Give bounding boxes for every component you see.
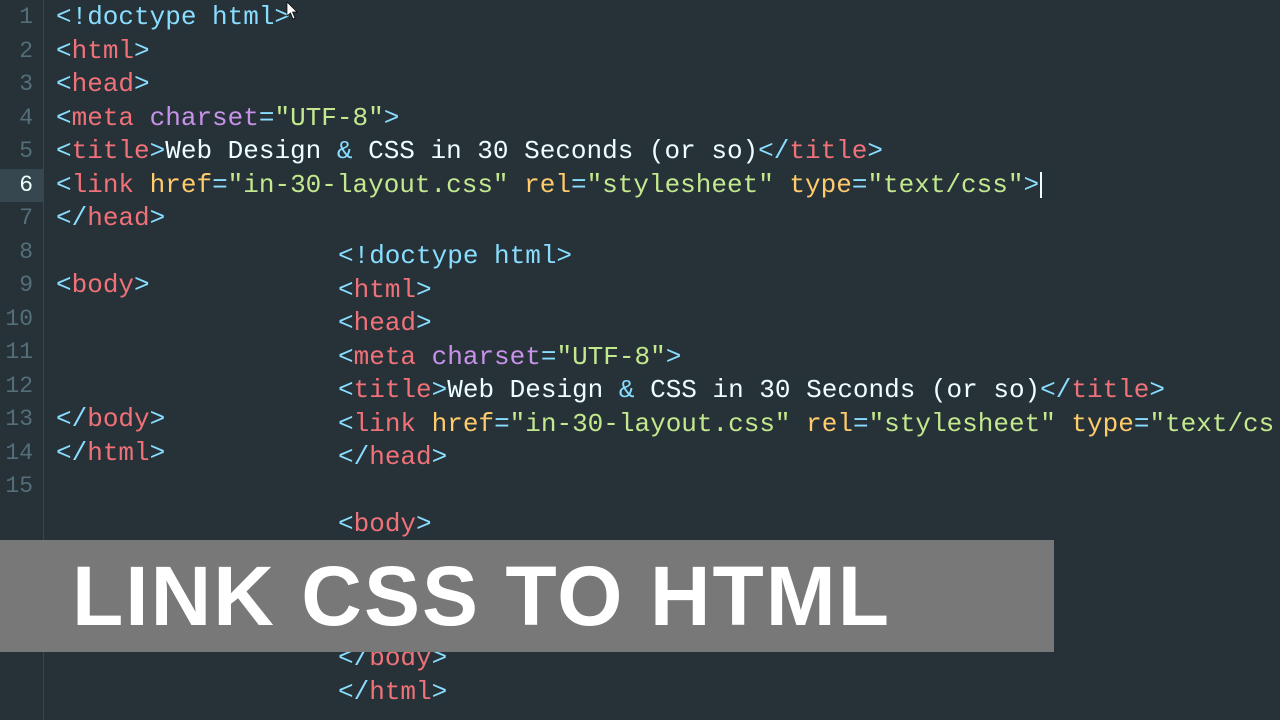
line-number: 12 [0,370,43,404]
line-number-active: 6 [0,169,43,203]
line-number: 5 [0,135,43,169]
banner-text: LINK CSS TO HTML [72,548,891,645]
code-line[interactable]: <!doctype html> [56,1,1280,35]
title-banner: LINK CSS TO HTML [0,540,1054,652]
line-number: 7 [0,202,43,236]
code-line[interactable]: <head> [56,68,1280,102]
code-line[interactable]: </head> [56,202,1280,236]
line-number: 4 [0,102,43,136]
line-number: 3 [0,68,43,102]
code-line-active[interactable]: <link href="in-30-layout.css" rel="style… [56,169,1280,203]
line-number: 11 [0,336,43,370]
line-number: 15 [0,470,43,504]
line-number: 1 [0,1,43,35]
code-line[interactable]: <meta charset="UTF-8"> [56,102,1280,136]
code-line[interactable]: <html> [56,35,1280,69]
text-cursor [1040,172,1042,198]
line-number: 9 [0,269,43,303]
line-number: 10 [0,303,43,337]
code-line[interactable]: <title>Web Design & CSS in 30 Seconds (o… [56,135,1280,169]
line-number: 14 [0,437,43,471]
line-number: 8 [0,236,43,270]
line-number: 13 [0,403,43,437]
line-number: 2 [0,35,43,69]
